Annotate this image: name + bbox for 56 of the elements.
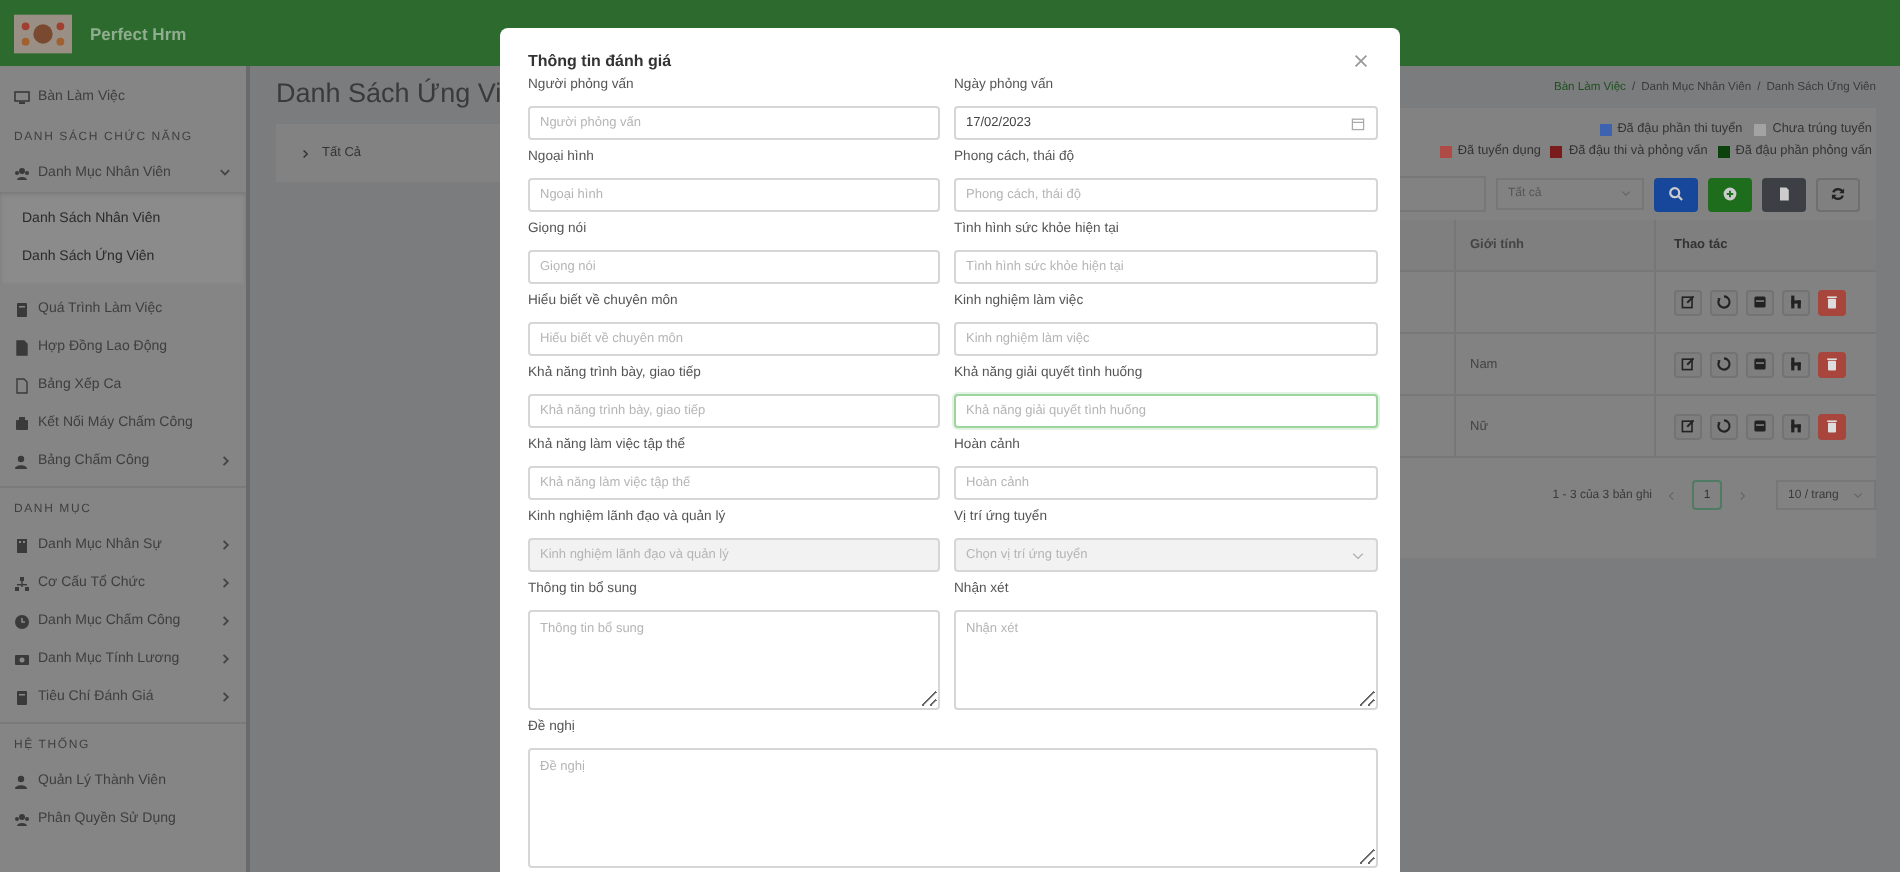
chevron-down-icon [1620, 188, 1632, 200]
cycle-icon [1716, 294, 1732, 310]
logo-icon [14, 13, 72, 53]
sitemap-icon [14, 575, 30, 591]
banknote-icon [14, 651, 30, 667]
h-shape-icon [1788, 356, 1804, 372]
dialog-title: Thông tin đánh giá [528, 51, 672, 69]
calendar-button[interactable] [1746, 351, 1774, 377]
document-icon [14, 339, 30, 355]
search-field[interactable] [1400, 176, 1486, 212]
calendar-button[interactable] [1746, 289, 1774, 315]
book-icon [14, 301, 30, 317]
delete-button[interactable] [1818, 351, 1846, 377]
clock-icon [14, 613, 30, 629]
close-icon[interactable] [1352, 51, 1370, 69]
chevron-down-icon [1852, 489, 1864, 501]
calendar-button[interactable] [1746, 413, 1774, 439]
trash-icon [1824, 294, 1840, 310]
h-button[interactable] [1782, 289, 1810, 315]
monitor-icon [14, 89, 30, 105]
cycle-button[interactable] [1710, 413, 1738, 439]
users-icon [14, 165, 30, 181]
delete-button[interactable] [1818, 289, 1846, 315]
refresh-icon [1830, 186, 1846, 202]
document-icon [14, 377, 30, 393]
app-name: Perfect Hrm [90, 23, 187, 43]
trash-icon [1824, 418, 1840, 434]
edit-button[interactable] [1674, 413, 1702, 439]
edit-button[interactable] [1674, 289, 1702, 315]
h-shape-icon [1788, 418, 1804, 434]
edit-button[interactable] [1674, 351, 1702, 377]
h-button[interactable] [1782, 413, 1810, 439]
edit-icon [1680, 356, 1696, 372]
add-button[interactable] [1708, 177, 1752, 211]
chevron-down-icon [1350, 547, 1366, 563]
cycle-button[interactable] [1710, 289, 1738, 315]
delete-button[interactable] [1818, 413, 1846, 439]
page-title: Danh Sách Ứng Vi [276, 78, 500, 108]
cycle-icon [1716, 418, 1732, 434]
cycle-icon [1716, 356, 1732, 372]
user-icon [14, 773, 30, 789]
export-button[interactable] [1762, 177, 1806, 211]
search-button[interactable] [1654, 177, 1698, 211]
edit-icon [1680, 294, 1696, 310]
search-icon [1668, 186, 1684, 202]
edit-icon [1680, 418, 1696, 434]
h-shape-icon [1788, 294, 1804, 310]
clipboard-icon [14, 689, 30, 705]
chevron-right-icon [300, 147, 312, 159]
trash-icon [1824, 356, 1840, 372]
file-icon [1776, 186, 1792, 202]
refresh-button[interactable] [1816, 177, 1860, 211]
h-button[interactable] [1782, 351, 1810, 377]
cycle-button[interactable] [1710, 351, 1738, 377]
plus-circle-icon [1722, 186, 1738, 202]
building-icon [14, 537, 30, 553]
